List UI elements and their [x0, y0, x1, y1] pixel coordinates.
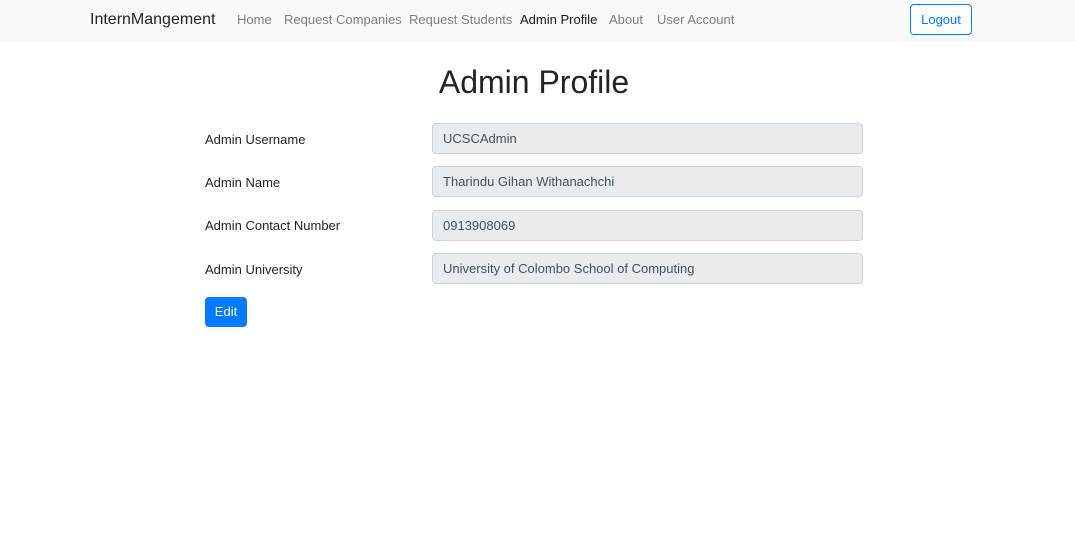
nav-link-about[interactable]: About — [609, 12, 643, 28]
admin-university-field[interactable]: University of Colombo School of Computin… — [432, 253, 863, 284]
admin-contact-number-label: Admin Contact Number — [205, 218, 341, 233]
nav-link-home[interactable]: Home — [237, 12, 272, 28]
logout-button[interactable]: Logout — [910, 4, 972, 35]
nav-link-request-companies[interactable]: Request Companies — [284, 12, 402, 28]
admin-university-label: Admin University — [205, 262, 303, 277]
admin-name-label: Admin Name — [205, 175, 281, 190]
nav-link-request-students[interactable]: Request Students — [409, 12, 512, 28]
top-navbar: InternMangement Home Request Companies R… — [0, 0, 1075, 41]
admin-username-label: Admin Username — [205, 132, 306, 147]
nav-link-admin-profile[interactable]: Admin Profile — [520, 12, 597, 28]
admin-name-field[interactable]: Tharindu Gihan Withanachchi — [432, 166, 863, 197]
edit-button[interactable]: Edit — [205, 297, 247, 327]
nav-link-user-account[interactable]: User Account — [657, 12, 734, 28]
admin-username-field[interactable]: UCSCAdmin — [432, 123, 863, 154]
page-title: Admin Profile — [438, 64, 630, 100]
admin-contact-number-field[interactable]: 0913908069 — [432, 210, 863, 241]
brand-link[interactable]: InternMangement — [90, 10, 215, 30]
